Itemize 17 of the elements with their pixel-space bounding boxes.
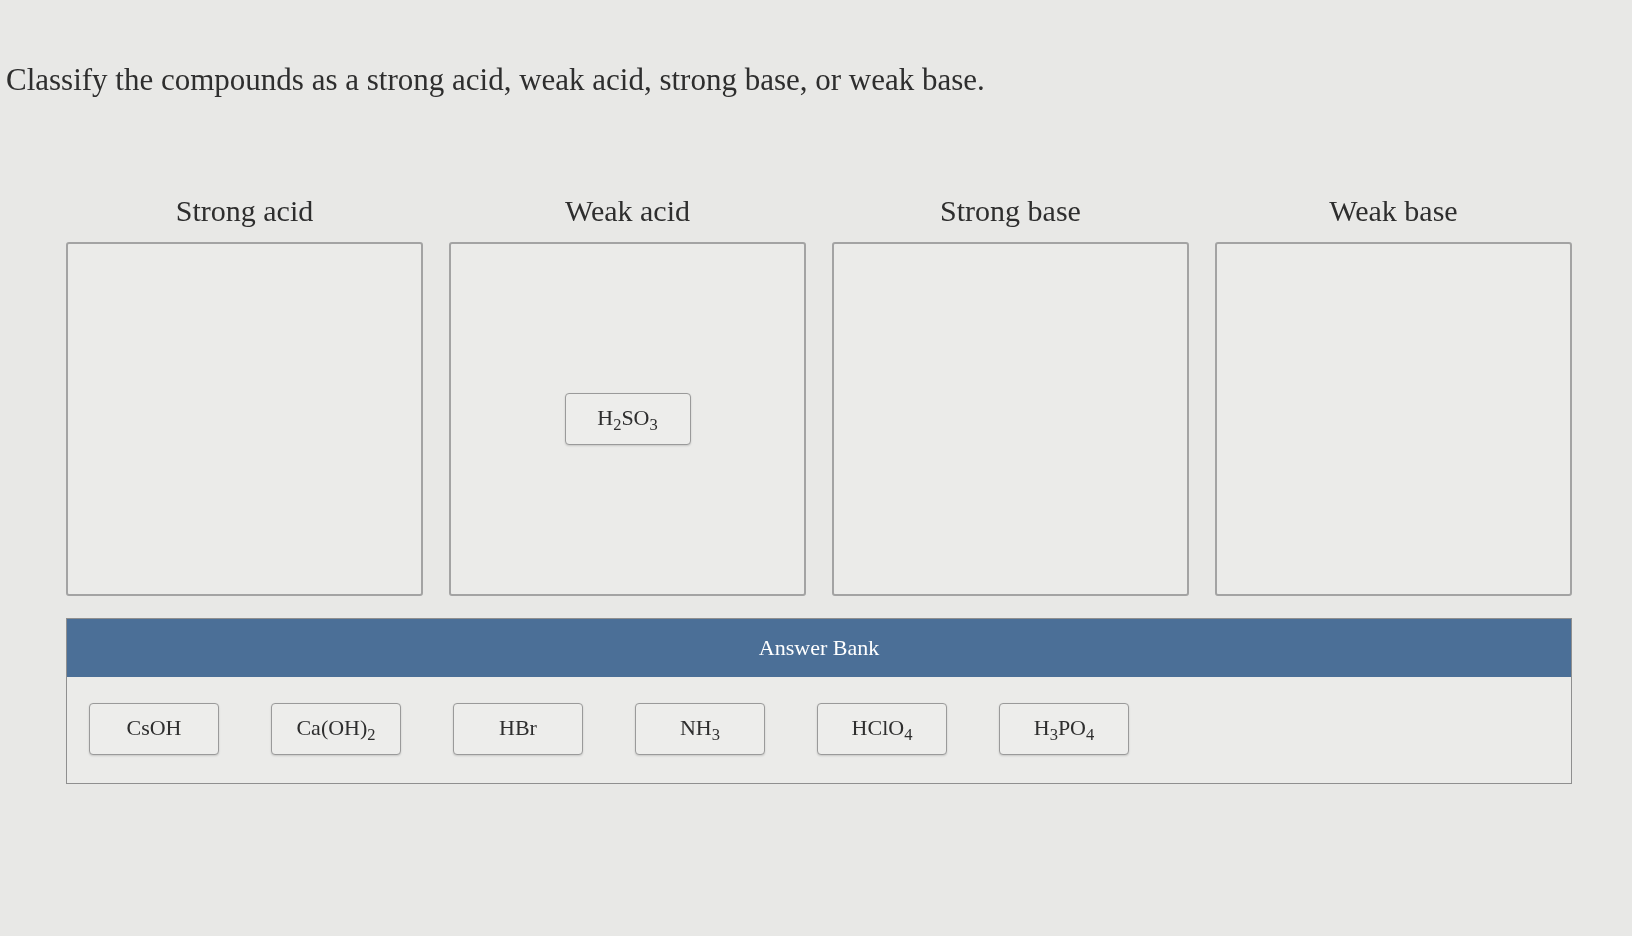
- compound-chip[interactable]: HClO$_{4}$: [817, 703, 947, 755]
- answer-bank-title: Answer Bank: [67, 619, 1571, 677]
- compound-chip[interactable]: HBr: [453, 703, 583, 755]
- category-label: Weak base: [1329, 194, 1458, 228]
- drop-zone[interactable]: [832, 242, 1189, 596]
- compound-chip[interactable]: Ca(OH)$_{2}$: [271, 703, 401, 755]
- drop-zone[interactable]: [66, 242, 423, 596]
- category-label: Strong acid: [175, 194, 314, 228]
- category-label: Strong base: [940, 194, 1081, 228]
- compound-chip[interactable]: H$_{3}$PO$_{4}$: [999, 703, 1129, 755]
- compound-chip[interactable]: H$_{2}$SO$_{3}$: [564, 393, 691, 445]
- compound-chip[interactable]: NH$_{3}$: [635, 703, 765, 755]
- question-text: Classify the compounds as a strong acid, weak acid, strong base, or weak base.: [6, 62, 985, 98]
- compound-chip[interactable]: CsOH: [89, 703, 219, 755]
- drop-zone[interactable]: H$_{2}$SO$_{3}$: [449, 242, 806, 596]
- category-label: Weak acid: [565, 194, 690, 228]
- drop-zone[interactable]: [1215, 242, 1572, 596]
